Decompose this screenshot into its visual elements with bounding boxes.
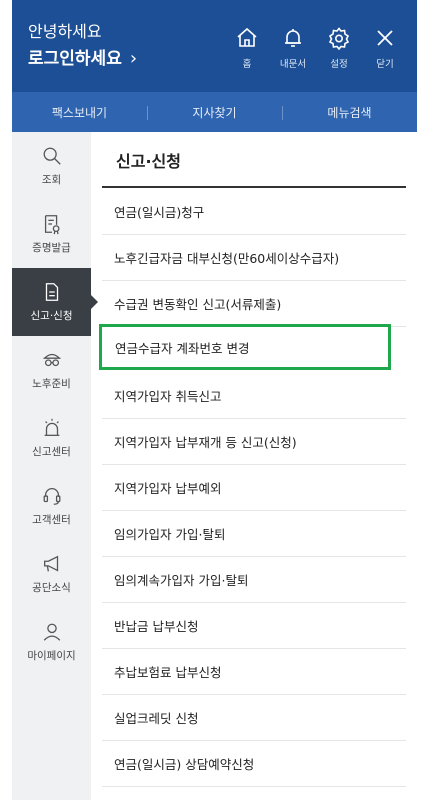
menu-item-unemployment-credit[interactable]: 실업크레딧 신청 — [102, 695, 406, 741]
my-documents-label: 내문서 — [279, 59, 307, 70]
menu-item-regional-payment-resume[interactable]: 지역가입자 납부재개 등 신고(신청) — [102, 419, 406, 465]
sidebar-item-label: 신고·신청 — [30, 310, 73, 322]
retirement-icon — [42, 353, 61, 367]
sidebar-item-label: 공단소식 — [32, 582, 71, 594]
close-icon — [377, 30, 393, 46]
greeting-text: 안녕하세요 — [28, 22, 102, 41]
fax-send-link[interactable]: 팩스보내기 — [12, 104, 147, 121]
certificate-icon — [44, 215, 60, 235]
headset-icon — [43, 488, 60, 505]
settings-label: 설정 — [330, 59, 348, 70]
sidebar-item-label: 마이페이지 — [27, 650, 76, 662]
bell-icon — [285, 29, 301, 47]
user-icon — [43, 623, 60, 641]
menu-item-emergency-loan[interactable]: 노후긴급자금 대부신청(만60세이상수급자) — [102, 235, 406, 281]
menu-item-refund-payment[interactable]: 반납금 납부신청 — [102, 603, 406, 649]
document-icon — [45, 283, 58, 301]
menu-item-account-change[interactable]: 연금수급자 계좌번호 변경 — [99, 324, 391, 370]
menu-item-regional-payment-exemption[interactable]: 지역가입자 납부예외 — [102, 465, 406, 511]
title-divider — [102, 186, 406, 188]
menu-item-regional-acquisition[interactable]: 지역가입자 취득신고 — [102, 373, 406, 419]
sidebar-item-retirement[interactable]: 노후준비 — [12, 336, 91, 404]
app-header: 안녕하세요 로그인하세요 › 홈 내문서 설정 닫기 — [12, 0, 417, 92]
search-icon — [43, 147, 61, 165]
home-icon — [237, 27, 257, 47]
sidebar-item-customer-center[interactable]: 고객센터 — [12, 472, 91, 540]
sidebar-item-label: 고객센터 — [32, 514, 71, 526]
sidebar-item-label: 조회 — [41, 174, 62, 186]
menu-search-link[interactable]: 메뉴검색 — [282, 104, 417, 121]
branch-finder-link[interactable]: 지사찾기 — [147, 104, 282, 121]
sidebar-item-report-center[interactable]: 신고센터 — [12, 404, 91, 472]
close-button[interactable]: 닫기 — [365, 26, 405, 70]
report-center-icon — [44, 418, 59, 436]
sidebar-item-certificate[interactable]: 증명발급 — [12, 200, 91, 268]
login-label: 로그인하세요 — [28, 49, 122, 69]
login-link[interactable]: 로그인하세요 › — [28, 48, 137, 70]
settings-button[interactable]: 설정 — [319, 26, 359, 70]
gear-icon — [328, 27, 350, 50]
menu-item-consultation-reservation[interactable]: 연금(일시금) 상담예약신청 — [102, 741, 406, 787]
quick-menu-bar: 팩스보내기 지사찾기 메뉴검색 — [12, 92, 417, 132]
chevron-right-icon: › — [129, 48, 138, 69]
page-title: 신고·신청 — [116, 152, 181, 171]
sidebar-item-label: 노후준비 — [32, 378, 71, 390]
sidebar-item-news[interactable]: 공단소식 — [12, 540, 91, 608]
my-documents-button[interactable]: 내문서 — [273, 26, 313, 70]
sidebar-item-report-apply[interactable]: 신고·신청 — [12, 268, 98, 336]
sidebar-item-label: 신고센터 — [32, 446, 71, 458]
menu-item-pension-claim[interactable]: 연금(일시금)청구 — [102, 189, 406, 235]
close-label: 닫기 — [376, 59, 394, 70]
menu-item-continued-voluntary-join-leave[interactable]: 임의계속가입자 가입·탈퇴 — [102, 557, 406, 603]
menu-item-entitlement-change[interactable]: 수급권 변동확인 신고(서류제출) — [102, 281, 406, 327]
home-button[interactable]: 홈 — [227, 26, 267, 70]
megaphone-icon — [43, 555, 58, 572]
home-label: 홈 — [242, 59, 252, 70]
menu-item-additional-premium-payment[interactable]: 추납보험료 납부신청 — [102, 649, 406, 695]
category-sidebar: 조회 증명발급 신고·신청 노후준비 신고센터 고객센터 공단소식 마이페이지 — [12, 132, 98, 800]
sidebar-item-mypage[interactable]: 마이페이지 — [12, 608, 91, 676]
sidebar-item-inquiry[interactable]: 조회 — [12, 132, 91, 200]
menu-item-voluntary-join-leave[interactable]: 임의가입자 가입·탈퇴 — [102, 511, 406, 557]
sidebar-item-label: 증명발급 — [32, 242, 71, 254]
